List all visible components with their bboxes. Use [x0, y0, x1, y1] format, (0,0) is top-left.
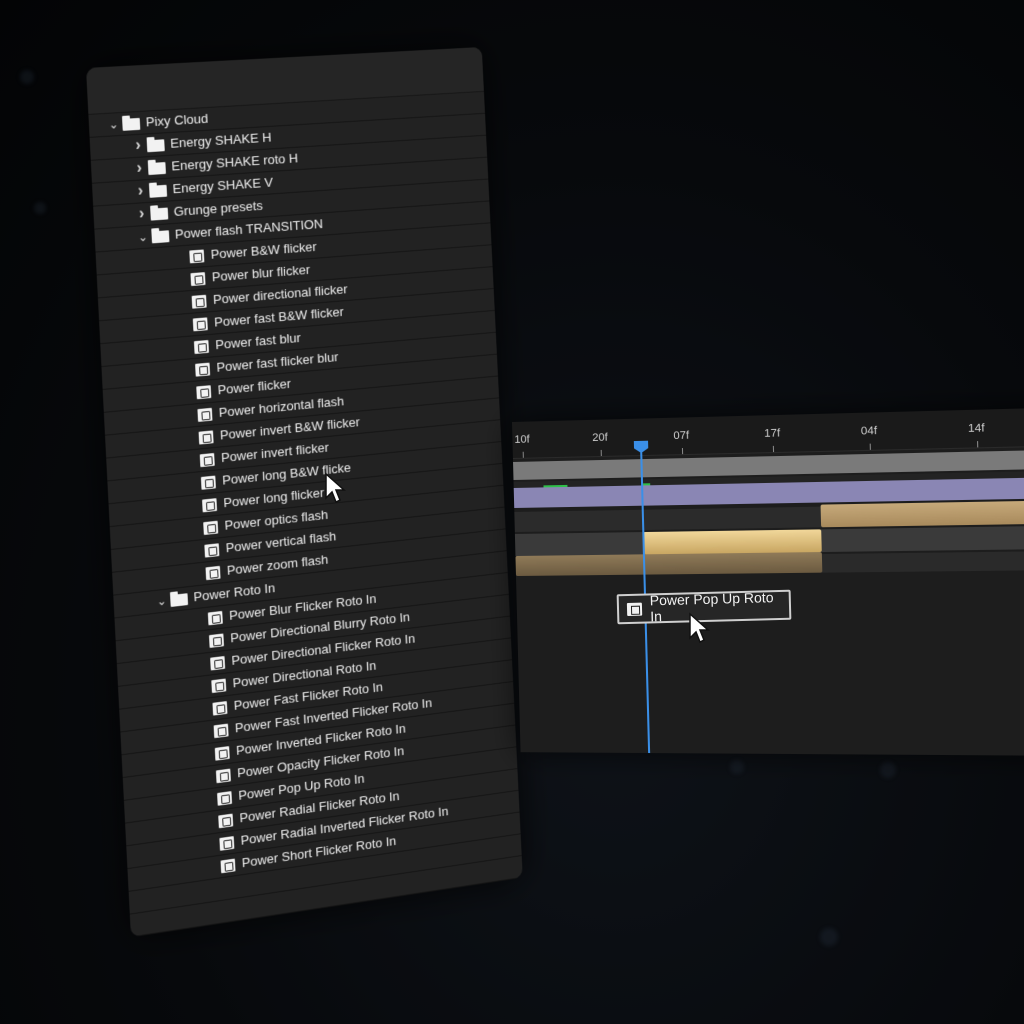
layer-clip[interactable]	[515, 552, 823, 577]
ruler-tick-label: 07f	[673, 429, 690, 443]
background-dot	[820, 928, 838, 946]
animation-preset-icon	[217, 791, 233, 806]
mouse-pointer-icon	[325, 472, 346, 504]
ruler-tick-mark	[772, 445, 775, 453]
chevron-right-icon[interactable]: ›	[131, 135, 146, 158]
animation-preset-icon	[208, 633, 224, 648]
time-ruler[interactable]: 10f 20f 07f 17f 04f 14f	[512, 407, 1024, 459]
folder-icon	[147, 162, 166, 176]
folder-icon	[146, 139, 165, 153]
animation-preset-icon	[191, 294, 207, 309]
animation-preset-icon	[220, 858, 236, 874]
ruler-tick-label: 20f	[592, 431, 608, 445]
animation-preset-icon	[200, 475, 216, 490]
ruler-tick-mark	[600, 449, 602, 456]
animation-preset-icon	[218, 813, 234, 829]
background-dot	[20, 70, 34, 84]
chevron-down-icon[interactable]: ⌄	[136, 226, 151, 249]
animation-preset-icon	[203, 520, 219, 536]
ruler-tick-mark	[869, 443, 871, 450]
background-dot	[880, 762, 896, 778]
animation-preset-icon	[196, 385, 212, 400]
mouse-pointer-icon	[689, 612, 710, 644]
animation-preset-icon	[202, 498, 218, 513]
animation-preset-icon	[204, 543, 220, 558]
chevron-right-icon[interactable]: ›	[132, 157, 147, 180]
ruler-tick-mark	[522, 451, 524, 458]
presets-tree: ⌄ Pixy Cloud › Energy SHAKE H › Energy SHAKE …	[88, 91, 521, 892]
chevron-right-icon[interactable]: ›	[133, 180, 148, 203]
animation-preset-icon	[211, 678, 227, 694]
folder-icon	[122, 117, 141, 131]
folder-icon	[151, 230, 170, 244]
background-dot	[730, 760, 744, 774]
animation-preset-icon	[213, 723, 229, 739]
animation-preset-icon	[214, 746, 230, 761]
layer-clip-selected[interactable]	[643, 529, 822, 555]
animation-preset-icon	[199, 452, 215, 468]
drag-preview-label: Power Pop Up Roto In	[649, 589, 774, 625]
animation-preset-icon	[193, 339, 209, 355]
animation-preset-icon	[190, 272, 206, 287]
animation-preset-icon	[212, 701, 228, 716]
ruler-tick-mark	[977, 441, 979, 448]
animation-preset-icon	[195, 362, 211, 377]
background-dot	[34, 202, 46, 214]
ruler-tick-mark	[681, 448, 684, 455]
animation-preset-icon	[189, 249, 205, 264]
ruler-tick-label: 04f	[860, 424, 878, 438]
layer-clip[interactable]	[820, 500, 1024, 528]
folder-icon	[150, 207, 169, 221]
tree-item-label: Pixy Cloud	[145, 110, 209, 130]
animation-preset-icon	[192, 317, 208, 332]
folder-icon	[149, 184, 168, 198]
ruler-tick-label: 14f	[967, 422, 985, 436]
ruler-tick-label: 10f	[514, 433, 530, 446]
folder-icon	[170, 593, 189, 607]
animation-preset-icon	[215, 768, 231, 784]
chevron-right-icon[interactable]: ›	[134, 203, 149, 226]
animation-preset-icon	[210, 656, 226, 671]
effects-presets-panel: ⌄ Pixy Cloud › Energy SHAKE H › Energy SHAKE …	[86, 47, 523, 938]
animation-preset-icon	[626, 602, 643, 616]
animation-preset-icon	[197, 407, 213, 422]
animation-preset-icon	[205, 565, 221, 581]
timeline-panel[interactable]: 10f 20f 07f 17f 04f 14f	[512, 407, 1024, 756]
chevron-down-icon[interactable]: ⌄	[154, 589, 169, 612]
ruler-tick-label: 17f	[764, 427, 781, 440]
animation-preset-icon	[207, 610, 223, 626]
chevron-down-icon[interactable]: ⌄	[106, 113, 121, 136]
animation-preset-icon	[219, 836, 235, 851]
animation-preset-icon	[198, 430, 214, 445]
